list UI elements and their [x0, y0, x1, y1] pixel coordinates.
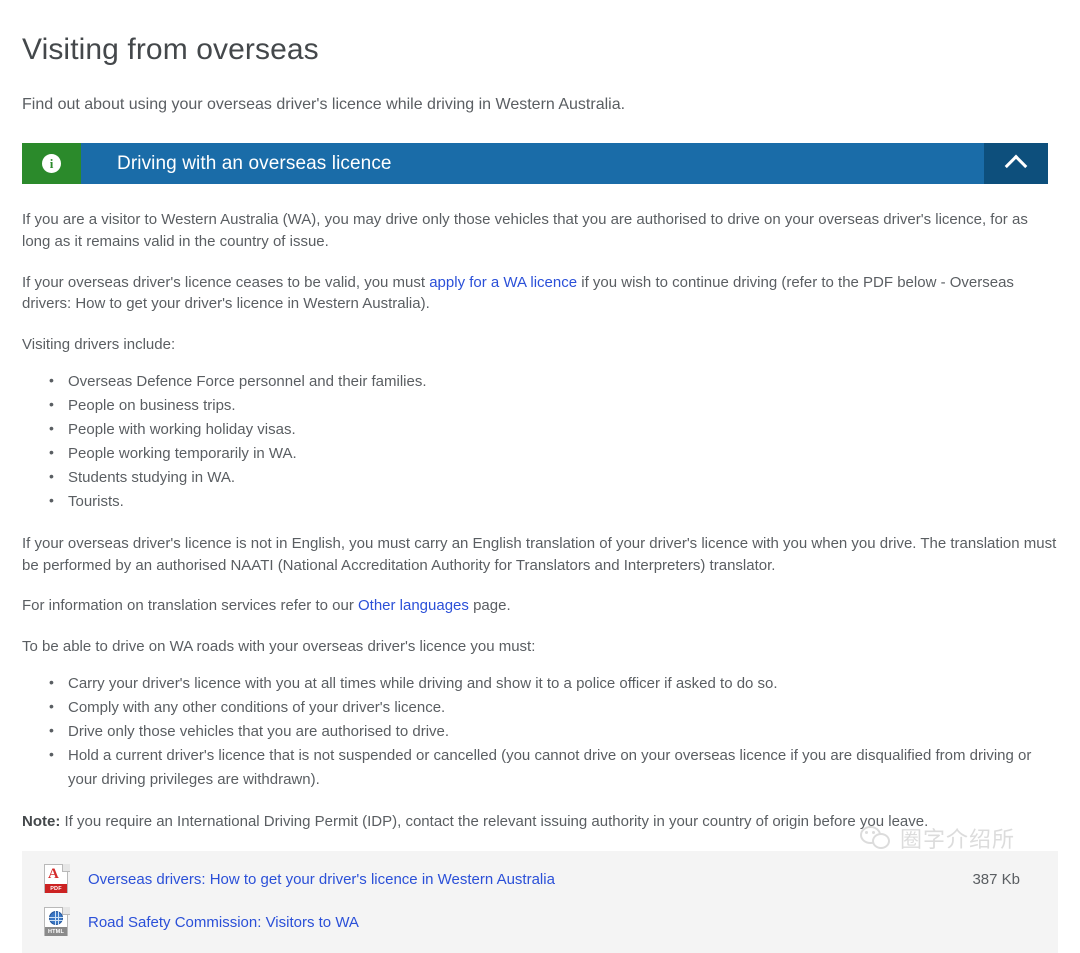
accordion-body: If you are a visitor to Western Australi… — [22, 184, 1058, 953]
accordion-title: Driving with an overseas licence — [117, 152, 392, 174]
chevron-up-icon — [1004, 154, 1028, 178]
paragraph-visiting-drivers-include: Visiting drivers include: — [22, 336, 176, 354]
list-item: Hold a current driver's licence that is … — [46, 743, 1058, 792]
list-visiting-drivers: Overseas Defence Force personnel and the… — [22, 369, 1058, 514]
accordion-header[interactable]: i Driving with an overseas licence — [22, 143, 1048, 185]
list-item: Drive only those vehicles that you are a… — [46, 719, 1058, 744]
page-container: Visiting from overseas Find out about us… — [0, 32, 1080, 953]
file-attachments-panel: A PDF Overseas drivers: How to get your … — [22, 850, 1058, 953]
link-apply-wa-licence[interactable]: apply for a WA licence — [429, 274, 577, 291]
paragraph-translation-requirement: If your overseas driver's licence is not… — [22, 534, 1057, 574]
list-item: Overseas Defence Force personnel and the… — [46, 369, 1058, 394]
paragraph-text-after-link: page. — [468, 597, 511, 615]
note-text: If you require an International Driving … — [60, 812, 929, 830]
paragraph-licence-ceases: If your overseas driver's licence ceases… — [22, 272, 1058, 316]
info-icon: i — [42, 154, 61, 174]
html-file-icon: HTML — [44, 907, 70, 937]
list-item: Tourists. — [46, 489, 1058, 514]
pdf-type-label: PDF — [45, 884, 67, 894]
paragraph-requirements-intro: To be able to drive on WA roads with you… — [22, 638, 536, 656]
paragraph-note-idp: Note: If you require an International Dr… — [22, 811, 1058, 833]
page-intro: Find out about using your overseas drive… — [22, 96, 626, 113]
list-item: People with working holiday visas. — [46, 417, 1058, 442]
file-size: 387 Kb — [972, 870, 1020, 888]
html-type-label: HTML — [45, 927, 67, 937]
pdf-file-icon: A PDF — [44, 864, 70, 894]
list-item: People on business trips. — [46, 393, 1058, 418]
page-title: Visiting from overseas — [22, 33, 319, 66]
file-link-overseas-drivers-pdf[interactable]: Overseas drivers: How to get your driver… — [88, 871, 972, 888]
file-row[interactable]: A PDF Overseas drivers: How to get your … — [22, 858, 1058, 901]
list-driving-requirements: Carry your driver's licence with you at … — [22, 671, 1058, 792]
paragraph-translation-services: For information on translation services … — [22, 595, 1058, 617]
link-other-languages[interactable]: Other languages — [358, 597, 469, 614]
list-item: People working temporarily in WA. — [46, 441, 1058, 466]
accordion-toggle-button[interactable] — [984, 143, 1048, 185]
paragraph-text-before-link: For information on translation services … — [22, 597, 358, 615]
accordion-icon-box: i — [22, 143, 81, 185]
file-row[interactable]: HTML Road Safety Commission: Visitors to… — [22, 901, 1058, 944]
list-item: Carry your driver's licence with you at … — [46, 671, 1058, 696]
list-item: Comply with any other conditions of your… — [46, 695, 1058, 720]
paragraph-text-before-link: If your overseas driver's licence ceases… — [22, 273, 430, 291]
list-item: Students studying in WA. — [46, 465, 1058, 490]
note-label: Note: — [22, 812, 61, 830]
paragraph-visitor-info: If you are a visitor to Western Australi… — [22, 211, 1028, 250]
file-link-road-safety-commission[interactable]: Road Safety Commission: Visitors to WA — [88, 914, 1020, 931]
accordion-driving-overseas-licence: i Driving with an overseas licence If yo… — [22, 143, 1058, 953]
